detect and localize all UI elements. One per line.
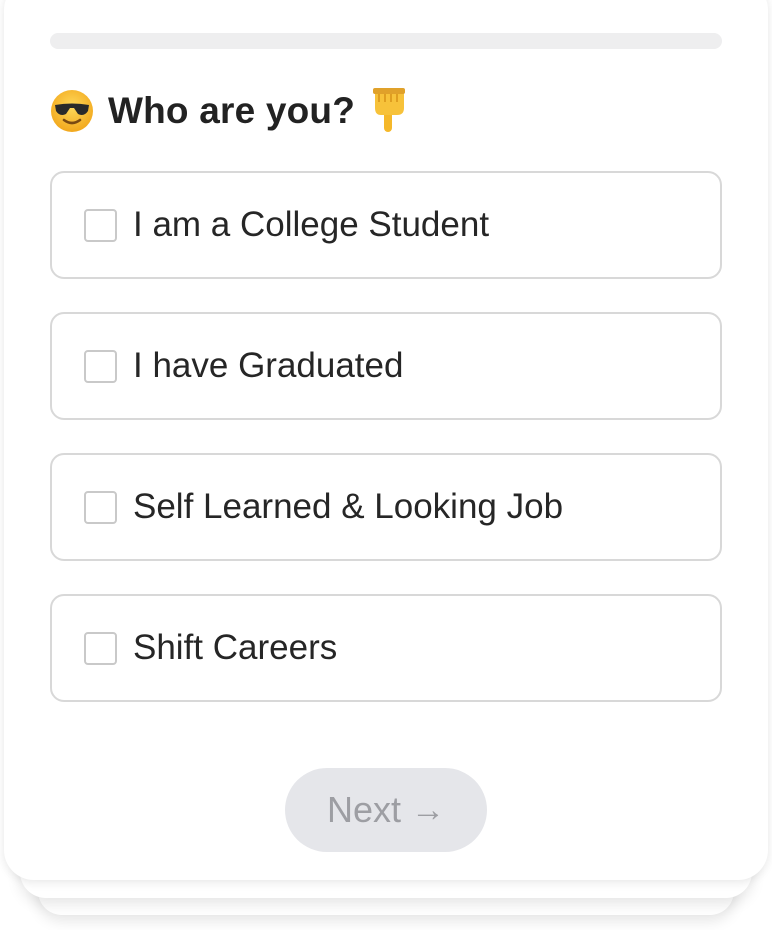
option-graduated[interactable]: I have Graduated bbox=[50, 312, 722, 420]
checkbox[interactable] bbox=[84, 631, 117, 665]
smiling-face-with-sunglasses-icon bbox=[51, 90, 93, 132]
next-button-label: Next bbox=[326, 789, 402, 830]
option-self-learned[interactable]: Self Learned & Looking Job bbox=[50, 453, 722, 561]
option-college-student[interactable]: I am a College Student bbox=[50, 171, 722, 279]
option-label: Self Learned & Looking Job bbox=[133, 487, 564, 526]
option-shift-careers[interactable]: Shift Careers bbox=[50, 594, 722, 702]
backhand-index-pointing-down-icon bbox=[373, 88, 406, 132]
quiz-stage: Who are you? I am a College Student I ha… bbox=[0, 0, 772, 930]
option-label: I am a College Student bbox=[133, 205, 490, 244]
option-label: Shift Careers bbox=[133, 628, 338, 667]
arrow-right-icon: → bbox=[411, 791, 446, 829]
checkbox[interactable] bbox=[84, 490, 117, 524]
answer-options: I am a College Student I have Graduated … bbox=[50, 171, 722, 735]
option-label: I have Graduated bbox=[133, 346, 404, 385]
checkbox[interactable] bbox=[84, 208, 117, 242]
question-text: Who are you? bbox=[108, 90, 356, 131]
question-heading: Who are you? bbox=[50, 86, 407, 136]
next-button[interactable]: Next → bbox=[285, 768, 487, 852]
progress-bar bbox=[50, 33, 722, 49]
checkbox[interactable] bbox=[84, 349, 117, 383]
